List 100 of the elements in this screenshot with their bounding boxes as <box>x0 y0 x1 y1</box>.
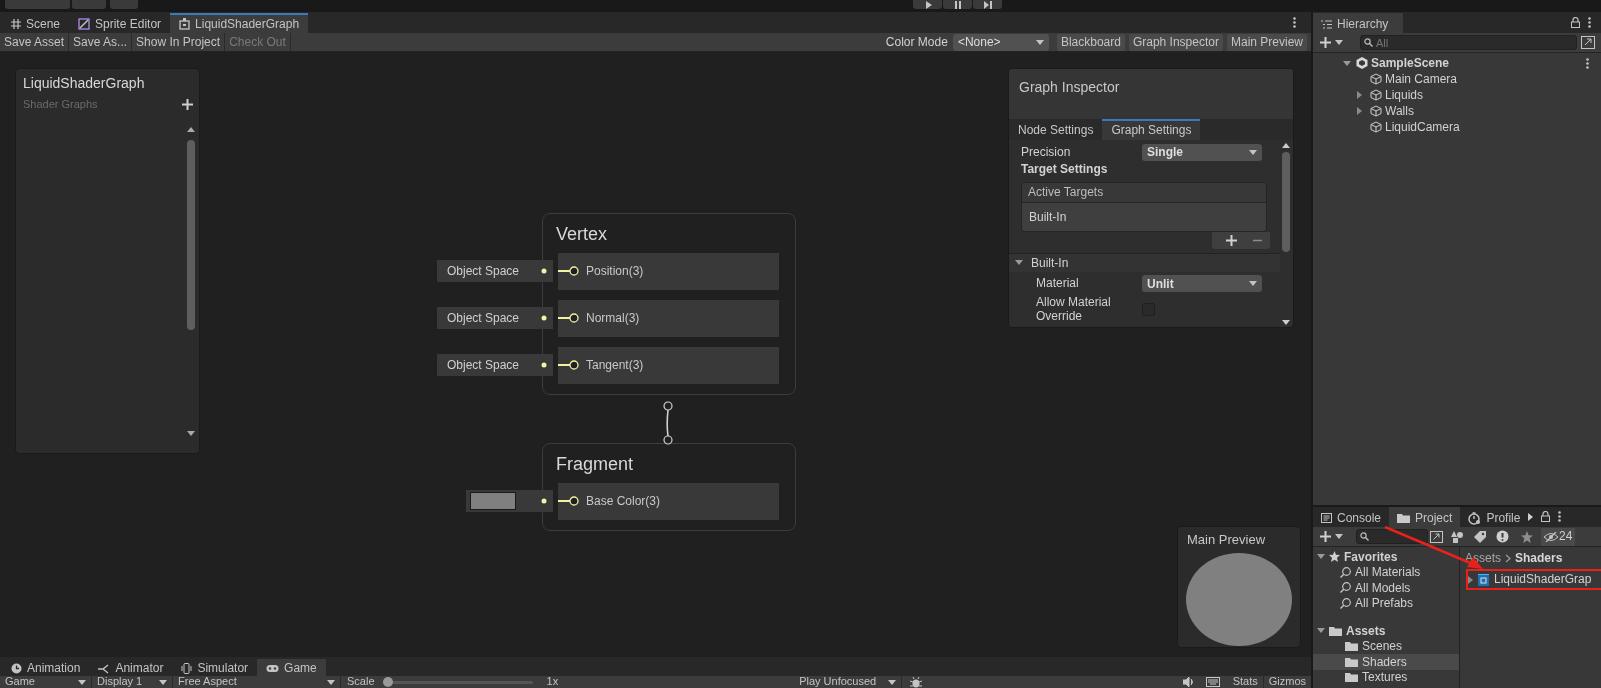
create-button[interactable] <box>1317 531 1346 542</box>
search-icon <box>1364 38 1373 47</box>
panel-tab[interactable]: Animator <box>89 659 173 676</box>
lock-icon[interactable] <box>1571 17 1580 28</box>
toolbar-toggle[interactable]: Blackboard <box>1056 33 1125 51</box>
search-icon <box>1340 566 1351 578</box>
port-slot[interactable]: Tangent(3) <box>558 346 779 384</box>
tree-item[interactable]: Walls <box>1357 103 1414 119</box>
search-icon <box>1340 582 1351 594</box>
more-icon[interactable] <box>1586 57 1589 69</box>
port-slot[interactable]: Position(3) <box>558 252 779 290</box>
port-slot[interactable]: Base Color(3) <box>558 482 779 520</box>
panel-tab[interactable]: Animation <box>2 659 90 676</box>
favorites-header[interactable]: Favorites <box>1313 549 1459 565</box>
pause-button[interactable] <box>943 0 972 9</box>
toolbar-toggle[interactable]: Graph Inspector <box>1128 33 1223 51</box>
inspector-tab[interactable]: Graph Settings <box>1102 119 1201 140</box>
foldout-header[interactable]: Built-In <box>1009 252 1280 272</box>
caret-icon <box>159 679 167 685</box>
assets-header[interactable]: Assets <box>1313 623 1459 639</box>
step-button[interactable] <box>973 0 1002 9</box>
toolbar-toggle[interactable]: Main Preview <box>1226 33 1307 51</box>
panel-tab[interactable]: Game <box>257 659 326 676</box>
port-value-field[interactable]: Object Space <box>437 354 553 377</box>
plus-icon[interactable] <box>1320 37 1331 48</box>
tree-item[interactable]: LiquidCamera <box>1357 119 1460 135</box>
star-icon[interactable] <box>1521 530 1533 543</box>
scene-item[interactable]: SampleScene <box>1343 55 1450 71</box>
audio-icon[interactable] <box>1182 677 1194 687</box>
search-field[interactable]: All <box>1360 35 1577 50</box>
editor-tab[interactable]: Scene <box>2 13 70 33</box>
editor-tab[interactable]: Sprite Editor <box>69 13 171 33</box>
asset-name[interactable]: LiquidShaderGrap <box>1494 572 1592 587</box>
port-wire-icon <box>558 360 580 371</box>
lock-icon[interactable] <box>1541 511 1551 522</box>
color-mode-label: Color Mode <box>885 34 948 50</box>
favorite-item[interactable]: All Materials <box>1313 564 1459 580</box>
favorite-item[interactable]: All Prefabs <box>1313 595 1459 611</box>
search-icon <box>1340 597 1351 609</box>
blackboard-subtitle: Shader Graphs <box>23 97 99 111</box>
more-tabs-icon[interactable] <box>1528 513 1534 521</box>
sprite-icon <box>78 18 91 30</box>
tag-icon[interactable] <box>1474 530 1486 543</box>
color-swatch[interactable] <box>470 492 516 511</box>
caret-icon <box>1035 39 1044 45</box>
field-label: Precision <box>1021 144 1072 160</box>
port-wire-icon <box>558 496 580 507</box>
keyboard-icon[interactable] <box>1205 677 1220 687</box>
caret-icon <box>1335 40 1343 45</box>
folder-icon <box>1329 625 1342 636</box>
tree-item[interactable]: Main Camera <box>1357 71 1458 87</box>
play-button[interactable] <box>913 0 942 9</box>
folder-icon <box>1345 656 1358 667</box>
add-icon[interactable] <box>1226 234 1237 246</box>
panel-tab[interactable]: Console <box>1313 507 1390 527</box>
folder-item[interactable]: Textures <box>1313 669 1459 685</box>
caret-icon <box>888 679 897 685</box>
unity-scene-icon <box>1356 57 1368 69</box>
panel-tab[interactable]: Profile <box>1460 507 1529 527</box>
material-dropdown[interactable]: Unlit <box>1142 275 1262 293</box>
section-heading: Target Settings <box>1020 162 1109 178</box>
list-item[interactable]: Built-In <box>1022 202 1266 231</box>
create-button[interactable] <box>1317 37 1346 48</box>
scrollbar[interactable] <box>186 126 196 438</box>
caret-icon <box>1317 628 1325 634</box>
favorite-item[interactable]: All Models <box>1313 580 1459 596</box>
folder-item[interactable]: Scenes <box>1313 638 1459 654</box>
precision-dropdown[interactable]: Single <box>1142 143 1262 161</box>
port-value-field[interactable]: Object Space <box>437 307 553 330</box>
folder-item[interactable]: Shaders <box>1313 654 1459 670</box>
slider-thumb[interactable] <box>382 676 393 687</box>
warning-icon[interactable] <box>1496 530 1509 543</box>
shader-graph-icon <box>1478 573 1489 586</box>
shapes-icon[interactable] <box>1451 530 1464 543</box>
panel-tab[interactable]: Simulator <box>172 659 258 676</box>
color-field[interactable] <box>466 490 553 513</box>
breadcrumb-link[interactable]: Shaders <box>1515 551 1563 566</box>
port-slot[interactable]: Normal(3) <box>558 299 779 337</box>
search-options-icon[interactable] <box>1581 36 1595 49</box>
more-icon[interactable] <box>1558 511 1562 522</box>
panel-tab[interactable]: Project <box>1389 507 1461 527</box>
hidden-packages-toggle[interactable]: 24 <box>1541 527 1576 546</box>
cube-icon <box>1370 73 1382 85</box>
add-icon[interactable] <box>182 99 193 110</box>
bug-icon[interactable] <box>910 676 923 688</box>
preview-title: Main Preview <box>1186 531 1267 549</box>
more-icon[interactable] <box>1293 17 1296 28</box>
port-dot-icon <box>541 362 547 369</box>
caret-icon <box>1249 281 1257 287</box>
editor-tab[interactable]: LiquidShaderGraph <box>170 13 309 33</box>
port-value-field[interactable]: Object Space <box>437 260 553 283</box>
plus-icon[interactable] <box>1320 531 1331 542</box>
scrollbar[interactable] <box>1281 142 1291 327</box>
color-mode-dropdown[interactable]: <None> <box>952 33 1049 51</box>
more-icon[interactable] <box>1588 17 1591 28</box>
field-label: Allow Material Override <box>1036 295 1112 324</box>
search-options-icon[interactable] <box>1430 530 1443 543</box>
panel-tab[interactable]: Hierarchy <box>1313 13 1403 33</box>
tree-item[interactable]: Liquids <box>1357 87 1424 103</box>
folder-icon <box>1345 672 1358 683</box>
